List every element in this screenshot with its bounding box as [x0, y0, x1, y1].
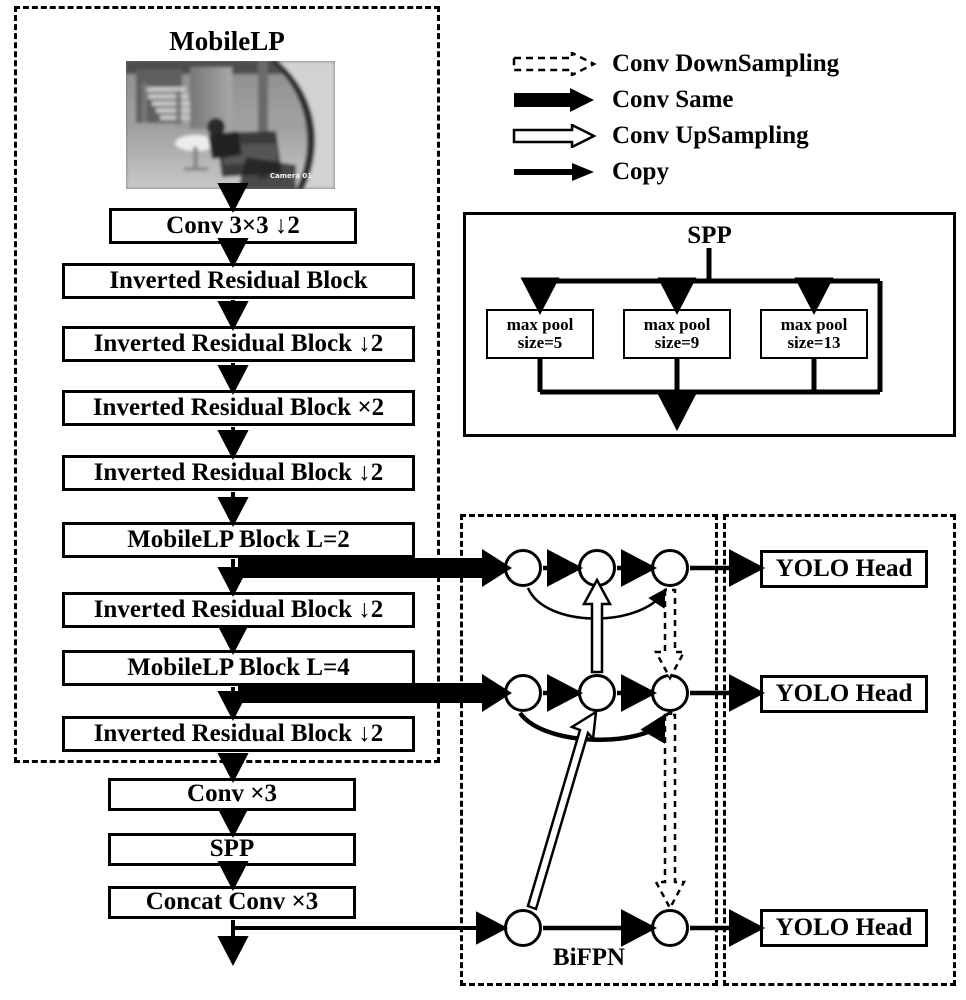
bifpn-node-p-low-2[interactable]	[651, 909, 689, 947]
yolo-head-3[interactable]: YOLO Head	[760, 909, 928, 947]
bifpn-node-p-mid-2[interactable]	[578, 674, 616, 712]
legend-label-1: Conv Same	[612, 86, 734, 113]
bifpn-node-p-mid-1[interactable]	[504, 674, 542, 712]
svg-text:Camera 01: Camera 01	[270, 172, 312, 180]
block-inverted-residual-6[interactable]: Inverted Residual Block ↓2	[62, 716, 415, 752]
legend-label-0: Conv DownSampling	[612, 50, 840, 77]
block-spp[interactable]: SPP	[108, 833, 356, 866]
maxpool-9-line1: max pool	[643, 315, 711, 335]
block-conv3x3[interactable]: Conv 3×3 ↓2	[109, 208, 357, 244]
block-inverted-residual-4[interactable]: Inverted Residual Block ↓2	[62, 455, 415, 491]
legend-label-3: Copy	[612, 158, 669, 185]
bifpn-node-p-high-3[interactable]	[651, 549, 689, 587]
mobilelp-title: MobileLP	[169, 26, 285, 56]
legend-item-conv-upsampling: Conv UpSampling	[512, 122, 809, 150]
spp-panel-title: SPP	[687, 222, 732, 249]
maxpool-9-line2: size=9	[654, 333, 700, 352]
maxpool-5-line1: max pool	[506, 315, 574, 335]
block-inverted-residual-3[interactable]: Inverted Residual Block ×2	[62, 390, 415, 426]
maxpool-13-line2: size=13	[787, 333, 841, 352]
block-inverted-residual-1[interactable]: Inverted Residual Block	[62, 263, 415, 299]
legend-item-conv-downsampling: Conv DownSampling	[512, 50, 839, 78]
bifpn-node-p-high-1[interactable]	[504, 549, 542, 587]
legend-solid-hollow-arrow-icon	[512, 124, 596, 148]
legend-thin-filled-arrow-icon	[514, 163, 594, 181]
legend-dashed-hollow-arrow-icon	[512, 52, 596, 76]
legend-label-2: Conv UpSampling	[612, 122, 809, 149]
block-conv-x3[interactable]: Conv ×3	[108, 778, 356, 811]
legend-thick-filled-arrow-icon	[514, 88, 594, 112]
maxpool-size-5[interactable]: max pool size=5	[486, 309, 594, 359]
yolo-head-1[interactable]: YOLO Head	[760, 550, 928, 588]
block-concat-conv-x3[interactable]: Concat Conv ×3	[108, 886, 356, 919]
block-inverted-residual-2[interactable]: Inverted Residual Block ↓2	[62, 326, 415, 362]
input-image-thumbnail: Camera 01	[126, 61, 335, 189]
block-mobilelp-l2[interactable]: MobileLP Block L=2	[62, 522, 415, 558]
block-mobilelp-l4[interactable]: MobileLP Block L=4	[62, 650, 415, 686]
bifpn-node-p-high-2[interactable]	[578, 549, 616, 587]
bifpn-node-p-mid-3[interactable]	[651, 674, 689, 712]
yolo-head-2[interactable]: YOLO Head	[760, 675, 928, 713]
bifpn-node-p-low-1[interactable]	[504, 909, 542, 947]
bifpn-title: BiFPN	[552, 944, 626, 971]
maxpool-13-line1: max pool	[780, 315, 848, 335]
legend-item-conv-same: Conv Same	[512, 86, 734, 114]
maxpool-size-9[interactable]: max pool size=9	[623, 309, 731, 359]
legend-item-copy: Copy	[512, 158, 669, 186]
block-inverted-residual-5[interactable]: Inverted Residual Block ↓2	[62, 592, 415, 628]
maxpool-5-line2: size=5	[517, 333, 563, 352]
maxpool-size-13[interactable]: max pool size=13	[760, 309, 868, 359]
